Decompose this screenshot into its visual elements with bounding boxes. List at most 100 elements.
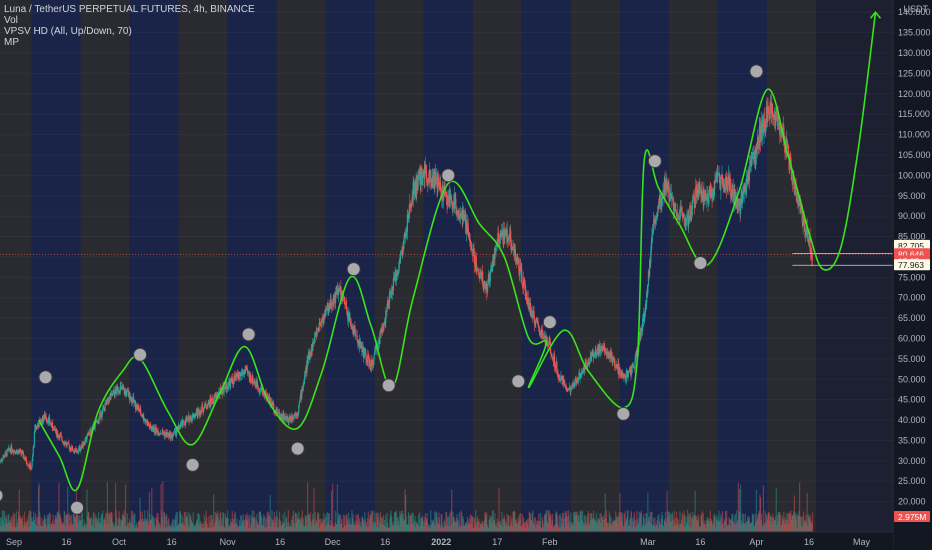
price-tick-label: 105.000: [898, 150, 931, 160]
time-tick-label: Sep: [6, 537, 22, 547]
session-band: [619, 0, 669, 532]
candle-body: [632, 364, 634, 368]
price-tick-label: 20.000: [898, 497, 926, 507]
candle-body: [31, 460, 33, 468]
candle-body: [630, 372, 633, 376]
price-tick-label: 130.000: [898, 48, 931, 58]
candle-body: [435, 176, 437, 185]
price-tick-label: 110.000: [898, 130, 930, 140]
price-tick-label: 45.000: [898, 395, 926, 405]
volume-bar: [313, 488, 315, 532]
pivot-marker[interactable]: [38, 370, 53, 385]
time-tick-label: 16: [695, 537, 705, 547]
candle-body: [469, 233, 471, 240]
candle-body: [193, 417, 195, 419]
volume-bar: [762, 485, 765, 532]
chart-legend: Luna / TetherUS PERPETUAL FUTURES, 4h, B…: [4, 4, 255, 48]
volume-bar: [213, 494, 215, 532]
time-tick-label: 16: [62, 537, 72, 547]
time-tick-label: Feb: [542, 537, 558, 547]
candle-body: [740, 204, 742, 214]
candle-body: [706, 192, 708, 200]
candle-body: [651, 232, 654, 236]
candle-body: [33, 431, 36, 445]
candle-body: [283, 413, 285, 420]
session-band: [521, 0, 571, 532]
price-tick-label: 25.000: [898, 476, 926, 486]
pivot-marker[interactable]: [290, 441, 305, 456]
price-tick-label: 120.000: [898, 89, 931, 99]
price-tick-label: 90.000: [898, 211, 926, 221]
candle-body: [53, 427, 55, 431]
pivot-marker[interactable]: [346, 262, 361, 277]
pivot-marker[interactable]: [185, 457, 200, 472]
candle-body: [112, 392, 114, 396]
candle-body: [769, 106, 771, 119]
price-tick-label: 50.000: [898, 374, 926, 384]
price-tick-label: 65.000: [898, 313, 926, 323]
volume-bar: [332, 483, 334, 532]
candle-body: [455, 198, 457, 210]
session-band: [472, 0, 522, 532]
time-tick-label: 16: [804, 537, 814, 547]
pivot-marker[interactable]: [511, 374, 526, 389]
price-tick-label: 125.000: [898, 68, 931, 78]
price-tick-label: 70.000: [898, 293, 926, 303]
session-band: [766, 0, 816, 532]
price-tag-label: 77.963: [898, 260, 924, 270]
pivot-marker[interactable]: [381, 378, 396, 393]
price-tick-label: 40.000: [898, 415, 926, 425]
indicator-mp[interactable]: MP: [4, 37, 255, 48]
price-tick-label: 135.000: [898, 28, 931, 38]
pivot-marker[interactable]: [70, 500, 85, 515]
candle-body: [426, 173, 428, 183]
indicator-vpsv[interactable]: VPSV HD (All, Up/Down, 70): [4, 26, 255, 37]
indicator-vol[interactable]: Vol: [4, 15, 255, 26]
pivot-marker[interactable]: [616, 406, 631, 421]
pivot-marker[interactable]: [542, 315, 557, 330]
pivot-marker[interactable]: [441, 168, 456, 183]
session-band: [423, 0, 473, 532]
candle-body: [758, 126, 760, 150]
session-band: [717, 0, 767, 532]
candle-body: [152, 426, 155, 432]
price-tick-label: 140.000: [898, 7, 931, 17]
price-tick-label: 100.000: [898, 170, 931, 180]
pivot-marker[interactable]: [749, 64, 764, 79]
time-tick-label: 16: [275, 537, 285, 547]
pivot-marker[interactable]: [241, 327, 256, 342]
time-tick-label: Mar: [640, 537, 656, 547]
candle-body: [246, 368, 249, 373]
session-band: [129, 0, 179, 532]
candle-body: [61, 436, 63, 440]
candle-body: [126, 390, 128, 396]
price-tick-label: 30.000: [898, 456, 926, 466]
price-tick-label: 115.000: [898, 109, 930, 119]
volume-bar: [162, 481, 164, 532]
price-axis[interactable]: USDT20.00025.00030.00035.00040.00045.000…: [892, 0, 932, 550]
candle-body: [420, 169, 422, 186]
symbol-title[interactable]: Luna / TetherUS PERPETUAL FUTURES, 4h, B…: [4, 4, 255, 15]
candle-body: [13, 449, 16, 452]
session-band: [178, 0, 228, 532]
session-band: [570, 0, 620, 532]
price-tick-label: 75.000: [898, 272, 926, 282]
pivot-marker[interactable]: [693, 256, 708, 271]
time-tick-label: May: [853, 537, 871, 547]
time-tick-label: 16: [380, 537, 390, 547]
candle-body: [51, 422, 54, 429]
candle-body: [200, 409, 202, 414]
candle-body: [276, 407, 278, 414]
pivot-marker[interactable]: [133, 347, 148, 362]
volume-bar: [811, 512, 814, 532]
volume-tag-label: 2.975M: [898, 512, 926, 522]
candle-body: [239, 373, 242, 377]
time-axis[interactable]: Sep 16 Oct 16 Nov 16 Dec 16 2022 17 Feb Mar 16 Apr 16 M…: [0, 531, 893, 550]
price-chart[interactable]: USDT20.00025.00030.00035.00040.00045.000…: [0, 0, 932, 550]
time-tick-label: Dec: [325, 537, 342, 547]
session-bands: [0, 0, 893, 532]
candle-body: [775, 111, 777, 126]
time-tick-label: 17: [492, 537, 502, 547]
pivot-marker[interactable]: [647, 154, 662, 169]
candle-body: [768, 108, 770, 115]
